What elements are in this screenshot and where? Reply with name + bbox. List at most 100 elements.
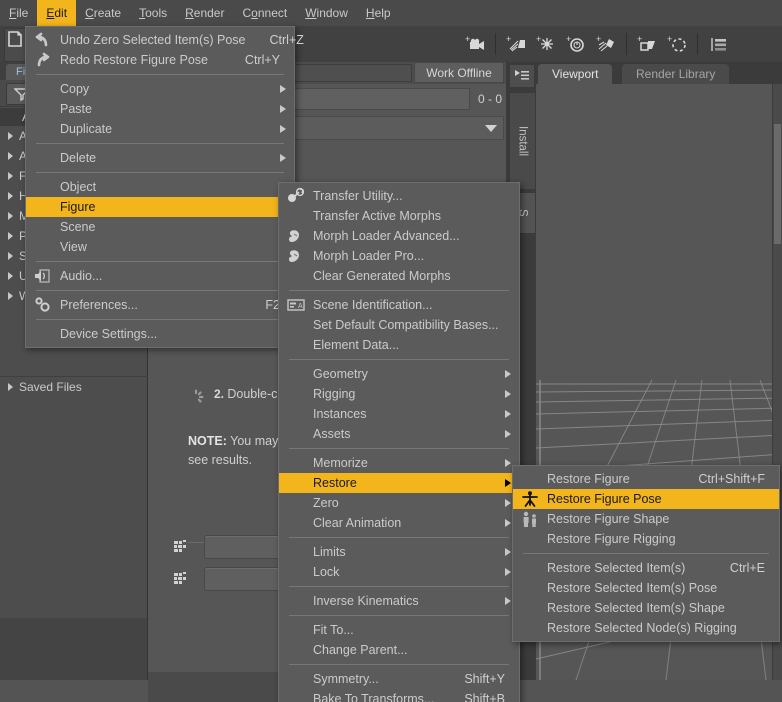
menu-item-limits[interactable]: Limits <box>279 542 519 562</box>
menu-item-morph-loader-pro[interactable]: Morph Loader Pro... <box>279 246 519 266</box>
menu-item-undo-zero-selected-item-s-pose[interactable]: Undo Zero Selected Item(s) Pose Ctrl+Z <box>26 30 304 50</box>
menu-separator <box>523 553 769 554</box>
chevron-down-icon <box>485 125 497 132</box>
edit-menu-dropdown: Undo Zero Selected Item(s) Pose Ctrl+Z Red… <box>25 26 304 348</box>
menubar-item-file[interactable]: File <box>0 0 37 26</box>
figure-shape-icon <box>523 511 536 527</box>
menu-item-transfer-active-morphs[interactable]: Transfer Active Morphs <box>279 206 519 226</box>
menu-item-audio[interactable]: Audio... <box>26 266 294 286</box>
add-primitive-icon[interactable]: + <box>634 31 660 57</box>
menu-item-restore-figure[interactable]: Restore Figure Ctrl+Shift+F <box>513 469 779 489</box>
menu-icon-slot <box>279 620 313 640</box>
menubar-item-help[interactable]: Help <box>357 0 400 26</box>
menu-item-memorize[interactable]: Memorize <box>279 453 519 473</box>
add-point-light-icon[interactable]: + <box>533 31 559 57</box>
add-distant-light-icon[interactable]: + <box>503 31 529 57</box>
menu-item-figure[interactable]: Figure <box>26 197 294 217</box>
menubar-item-render[interactable]: Render <box>176 0 233 26</box>
add-null-icon[interactable]: + <box>664 31 690 57</box>
menu-item-label: Restore Figure Pose <box>547 492 662 506</box>
menu-item-scene-identification[interactable]: A Scene Identification... <box>279 295 519 315</box>
menu-item-preferences[interactable]: Preferences... F2 <box>26 295 294 315</box>
menu-bar: File Edit Create Tools Render Connect Window He… <box>0 0 782 27</box>
submenu-arrow-icon <box>505 370 511 378</box>
menu-item-shortcut: Shift+B <box>464 692 505 702</box>
menu-item-fit-to[interactable]: Fit To... <box>279 620 519 640</box>
menu-item-clear-generated-morphs[interactable]: Clear Generated Morphs <box>279 266 519 286</box>
pane-options-button[interactable] <box>509 64 535 88</box>
menu-item-label: Zero <box>313 496 339 510</box>
menu-item-clear-animation[interactable]: Clear Animation <box>279 513 519 533</box>
menu-item-instances[interactable]: Instances <box>279 404 519 424</box>
menu-item-change-parent[interactable]: Change Parent... <box>279 640 519 660</box>
menu-icon-slot <box>279 384 313 404</box>
menu-item-inverse-kinematics[interactable]: Inverse Kinematics <box>279 591 519 611</box>
transfer-utility-icon <box>279 186 313 206</box>
viewport-tabbar: Viewport Render Library <box>536 62 782 84</box>
morph-loader-icon <box>279 246 313 266</box>
menu-item-delete[interactable]: Delete <box>26 148 294 168</box>
menubar-item-create[interactable]: Create <box>76 0 130 26</box>
menu-icon-slot <box>26 119 60 139</box>
add-spot-light-icon[interactable]: + <box>593 31 619 57</box>
submenu-arrow-icon <box>505 390 511 398</box>
menu-separator <box>289 290 509 291</box>
figure-pose-icon <box>522 491 538 507</box>
menubar-item-connect[interactable]: Connect <box>233 0 296 26</box>
menu-item-label: Fit To... <box>313 623 354 637</box>
svg-text:+: + <box>566 34 571 44</box>
menu-item-assets[interactable]: Assets <box>279 424 519 444</box>
add-camera-icon[interactable]: + <box>462 31 488 57</box>
menu-item-view[interactable]: View <box>26 237 294 257</box>
menu-item-bake-to-transforms[interactable]: Bake To Transforms... Shift+B <box>279 689 519 702</box>
menu-item-restore-selected-node-s-rigging[interactable]: Restore Selected Node(s) Rigging <box>513 618 779 638</box>
menubar-item-tools[interactable]: Tools <box>130 0 176 26</box>
menu-item-redo-restore-figure-pose[interactable]: Redo Restore Figure Pose Ctrl+Y <box>26 50 294 70</box>
menu-item-zero[interactable]: Zero <box>279 493 519 513</box>
menubar-item-window[interactable]: Window <box>296 0 357 26</box>
undo-icon <box>26 30 60 50</box>
menu-item-lock[interactable]: Lock <box>279 562 519 582</box>
vertical-tab-install[interactable]: Install <box>509 92 536 190</box>
tab-render-library[interactable]: Render Library <box>622 64 730 84</box>
menu-item-object[interactable]: Object <box>26 177 294 197</box>
menu-item-scene[interactable]: Scene <box>26 217 294 237</box>
menu-item-restore-selected-item-s-pose[interactable]: Restore Selected Item(s) Pose <box>513 578 779 598</box>
scrollbar-thumb[interactable] <box>774 124 781 244</box>
add-linear-light-icon[interactable]: + <box>563 31 589 57</box>
chevron-right-icon <box>8 172 13 180</box>
menu-item-element-data[interactable]: Element Data... <box>279 335 519 355</box>
layers-list-icon[interactable] <box>705 31 731 57</box>
svg-text:+: + <box>506 34 511 44</box>
menu-item-restore-figure-shape[interactable]: Restore Figure Shape <box>513 509 779 529</box>
menu-item-restore-figure-rigging[interactable]: Restore Figure Rigging <box>513 529 779 549</box>
menu-item-rigging[interactable]: Rigging <box>279 384 519 404</box>
menu-item-copy[interactable]: Copy <box>26 79 294 99</box>
audio-icon <box>26 266 60 286</box>
menu-item-duplicate[interactable]: Duplicate <box>26 119 294 139</box>
menu-icon-slot <box>513 578 547 598</box>
menu-item-paste[interactable]: Paste <box>26 99 294 119</box>
menu-item-geometry[interactable]: Geometry <box>279 364 519 384</box>
menu-item-label: Limits <box>313 545 346 559</box>
menu-item-restore[interactable]: Restore <box>279 473 519 493</box>
library-saved-files[interactable]: Saved Files <box>0 376 155 397</box>
menu-icon-slot <box>279 315 313 335</box>
menu-item-transfer-utility[interactable]: Transfer Utility... <box>279 186 519 206</box>
menu-item-symmetry[interactable]: Symmetry... Shift+Y <box>279 669 519 689</box>
menu-icon-slot <box>26 324 60 344</box>
menu-item-restore-selected-item-s-shape[interactable]: Restore Selected Item(s) Shape <box>513 598 779 618</box>
menubar-item-edit[interactable]: Edit <box>37 0 77 26</box>
work-offline-button[interactable]: Work Offline <box>414 62 504 83</box>
undo-icon <box>35 32 48 47</box>
submenu-arrow-icon <box>505 430 511 438</box>
menu-item-morph-loader-advanced[interactable]: Morph Loader Advanced... <box>279 226 519 246</box>
submenu-arrow-icon <box>280 125 286 133</box>
menu-item-restore-selected-item-s[interactable]: Restore Selected Item(s) Ctrl+E <box>513 558 779 578</box>
submenu-arrow-icon <box>280 105 286 113</box>
menu-item-set-default-compatibility-bases[interactable]: Set Default Compatibility Bases... <box>279 315 519 335</box>
tab-viewport[interactable]: Viewport <box>538 64 613 84</box>
menu-item-restore-figure-pose[interactable]: Restore Figure Pose <box>513 489 779 509</box>
menu-separator <box>36 261 284 262</box>
menu-item-device-settings[interactable]: Device Settings... <box>26 324 294 344</box>
